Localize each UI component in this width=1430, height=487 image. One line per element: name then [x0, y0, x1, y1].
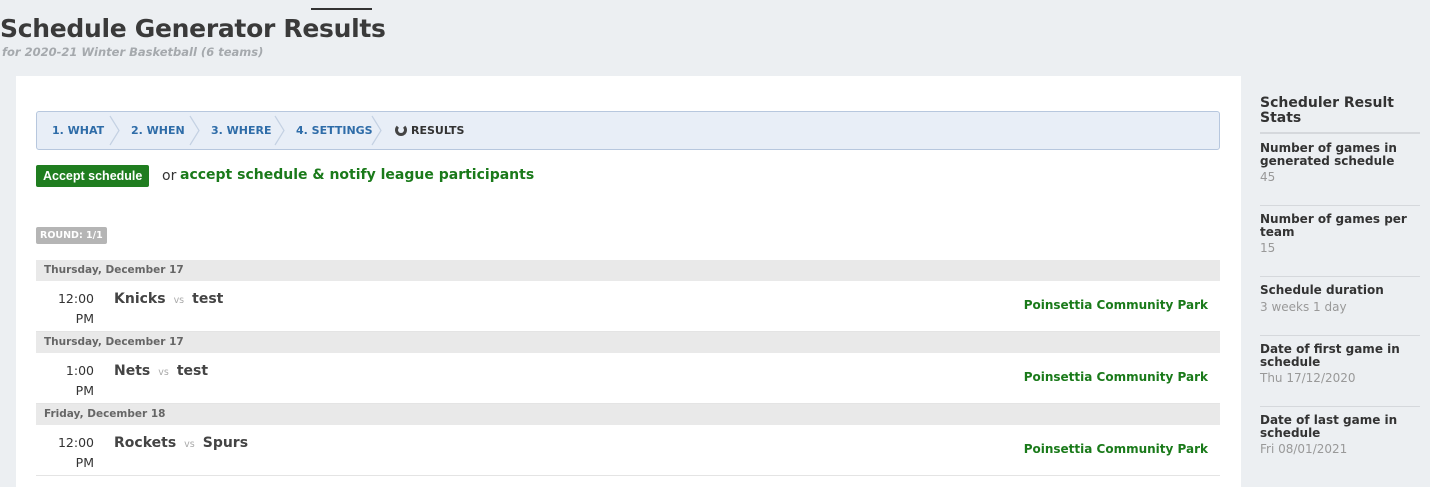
stat-first-game: Date of first game in schedule Thu 17/12… [1260, 343, 1420, 385]
accept-and-notify-link[interactable]: accept schedule & notify league particip… [180, 167, 534, 183]
home-team: Nets [114, 363, 151, 379]
date-header: Thursday, December 17 [36, 332, 1220, 353]
stat-value: Fri 08/01/2021 [1260, 442, 1348, 456]
stat-label: Number of games in generated schedule [1260, 141, 1397, 168]
game-time-ampm: PM [75, 455, 94, 470]
chevron-right-icon [371, 115, 382, 146]
matchup: Nets vs test [114, 363, 208, 379]
game-row: 1:00 PM Nets vs test Poinsettia Community P… [36, 353, 1220, 404]
away-team: Spurs [202, 435, 249, 451]
vs-label: vs [158, 367, 169, 378]
step-what[interactable]: 1. WHAT [52, 112, 104, 149]
stat-value: 3 weeks 1 day [1260, 299, 1347, 314]
refresh-icon [395, 124, 407, 136]
step-results: RESULTS [395, 112, 464, 149]
game-time-hour: 12:00 [57, 291, 94, 306]
game-time-hour: 1:00 [65, 363, 94, 378]
date-header: Friday, December 18 [36, 404, 1220, 425]
step-where[interactable]: 3. WHERE [211, 112, 272, 149]
sidebar-title-divider [1260, 132, 1420, 134]
stat-divider [1260, 205, 1420, 206]
chevron-right-icon [274, 115, 285, 146]
game-row: 12:00 PM Rockets vs Spurs Poinsettia Commun… [36, 425, 1220, 476]
game-time-hour: 12:00 [57, 435, 94, 450]
stat-value: 15 [1260, 241, 1276, 255]
page-subtitle: for 2020-21 Winter Basketball (6 teams) [2, 45, 264, 59]
game-row: 12:00 PM Knicks vs test Poinsettia Communit… [36, 281, 1220, 332]
stat-duration: Schedule duration 3 weeks 1 day [1260, 284, 1420, 314]
stat-value: Thu 17/12/2020 [1260, 371, 1356, 385]
stat-divider [1260, 335, 1420, 336]
matchup: Rockets vs Spurs [114, 435, 248, 451]
game-time-ampm: PM [75, 383, 94, 398]
away-team: test [176, 363, 209, 379]
header-accent-line [311, 8, 372, 10]
game-time: 12:00 PM [36, 433, 94, 473]
stat-divider [1260, 276, 1420, 277]
sidebar-title: Scheduler Result Stats [1260, 95, 1394, 126]
stat-divider [1260, 406, 1420, 407]
step-settings[interactable]: 4. SETTINGS [296, 112, 373, 149]
chevron-right-icon [109, 115, 120, 146]
round-badge: ROUND: 1/1 [36, 227, 107, 244]
home-team: Rockets [114, 435, 177, 451]
stat-label: Number of games per team [1260, 212, 1407, 239]
vs-label: vs [184, 439, 195, 450]
venue-link[interactable]: Poinsettia Community Park [1024, 442, 1208, 456]
stat-label: Schedule duration [1260, 283, 1384, 297]
stat-label: Date of last game in schedule [1260, 413, 1398, 440]
chevron-right-icon [189, 115, 200, 146]
game-time: 12:00 PM [36, 289, 94, 329]
stats-sidebar: Scheduler Result Stats Number of games i… [1241, 76, 1430, 487]
stat-value: 45 [1260, 170, 1276, 184]
step-results-label: RESULTS [411, 124, 465, 137]
page-title: Schedule Generator Results [0, 14, 386, 43]
home-team: Knicks [114, 291, 166, 307]
stat-games-per-team: Number of games per team 15 [1260, 213, 1420, 255]
page-header: Schedule Generator Results for 2020-21 W… [0, 0, 1430, 76]
stat-label: Date of first game in schedule [1260, 342, 1400, 369]
matchup: Knicks vs test [114, 291, 223, 307]
wizard-steps: 1. WHAT 2. WHEN 3. WHERE 4. SETTINGS RES… [36, 111, 1220, 150]
stat-last-game: Date of last game in schedule Fri 08/01/… [1260, 414, 1420, 456]
games-list: Thursday, December 17 12:00 PM Knicks vs te… [36, 260, 1220, 476]
stat-total-games: Number of games in generated schedule 45 [1260, 142, 1420, 184]
date-header: Thursday, December 17 [36, 260, 1220, 281]
venue-link[interactable]: Poinsettia Community Park [1024, 298, 1208, 312]
away-team: test [192, 291, 224, 307]
game-time: 1:00 PM [36, 361, 94, 401]
main-panel: 1. WHAT 2. WHEN 3. WHERE 4. SETTINGS RES… [16, 76, 1241, 487]
accept-schedule-button[interactable]: Accept schedule [36, 165, 150, 187]
step-when[interactable]: 2. WHEN [131, 112, 185, 149]
or-text: or [162, 168, 177, 184]
venue-link[interactable]: Poinsettia Community Park [1024, 370, 1208, 384]
vs-label: vs [173, 295, 185, 306]
game-time-ampm: PM [75, 311, 94, 326]
